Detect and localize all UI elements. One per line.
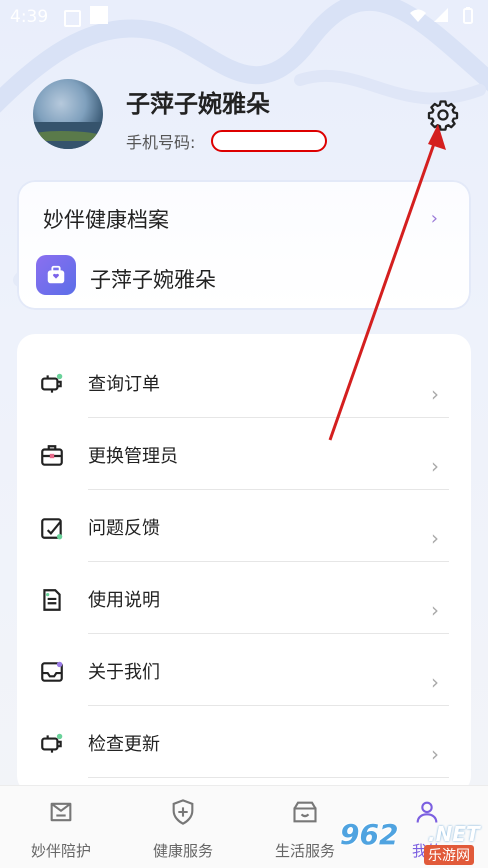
tab-label: 健康服务 [152,842,213,860]
chevron-right-icon: › [431,742,439,766]
phone-label: 手机号码: [126,133,196,152]
avatar[interactable] [33,79,103,149]
chevron-right-icon: › [431,454,439,478]
update-icon [41,733,63,753]
menu-label-orders: 查询订单 [88,374,160,395]
chevron-right-icon: › [431,526,439,550]
tab-companion[interactable]: 妙伴陪护 [0,786,122,868]
chevron-right-icon: › [431,670,439,694]
chevron-right-icon: › [431,598,439,622]
health-record-title: 妙伴健康档案 [43,208,169,232]
order-icon [41,373,63,393]
menu-item-feedback[interactable]: 问题反馈 › [17,490,471,562]
user-name: 子萍子婉雅朵 [126,90,270,118]
feedback-icon [41,518,63,540]
divider [88,777,449,778]
health-shield-icon [172,799,194,825]
menu-item-orders[interactable]: 查询订单 › [17,346,471,418]
menu-label-about: 关于我们 [88,662,160,683]
companion-icon [50,802,72,822]
menu-item-check-update[interactable]: 检查更新 › [17,706,471,778]
watermark-site-name: 乐游网 [424,845,474,865]
menu-label-feedback: 问题反馈 [88,518,160,539]
menu-item-about[interactable]: 关于我们 › [17,634,471,706]
status-time: 4:39 [10,7,49,27]
menu-label-instructions: 使用说明 [88,590,160,611]
notification-square-icon [90,6,108,24]
about-icon [41,661,63,682]
wifi-signal-battery-icon [410,7,473,24]
site-watermark: 962 .NET 乐游网 [340,818,488,866]
tab-label: 妙伴陪护 [30,842,91,860]
gear-icon [427,100,459,131]
status-bar: 4:39 [0,0,488,34]
watermark-net: .NET [428,822,480,846]
health-record-badge [36,255,76,295]
life-service-icon [293,801,317,823]
settings-button[interactable] [426,98,460,132]
phone-redaction [211,130,327,152]
chevron-right-icon: › [430,208,438,229]
menu-item-instructions[interactable]: 使用说明 › [17,562,471,634]
notification-icon [64,10,81,27]
menu-card: 查询订单 › 更换管理员 › 问题反馈 › 使用说明 › 关于我们 › 检查更新… [17,334,471,794]
medical-bag-icon [47,265,65,284]
tab-health-service[interactable]: 健康服务 [122,786,244,868]
document-icon [43,589,61,611]
menu-label-change-admin: 更换管理员 [88,446,178,467]
status-icons [408,7,478,29]
health-record-card[interactable]: 妙伴健康档案 › 子萍子婉雅朵 [17,180,471,310]
watermark-number: 962 [340,818,399,851]
health-record-name: 子萍子婉雅朵 [90,268,216,292]
avatar-land [33,131,103,141]
menu-item-change-admin[interactable]: 更换管理员 › [17,418,471,490]
menu-label-check-update: 检查更新 [88,734,160,755]
chevron-right-icon: › [431,382,439,406]
admin-icon [41,445,63,466]
